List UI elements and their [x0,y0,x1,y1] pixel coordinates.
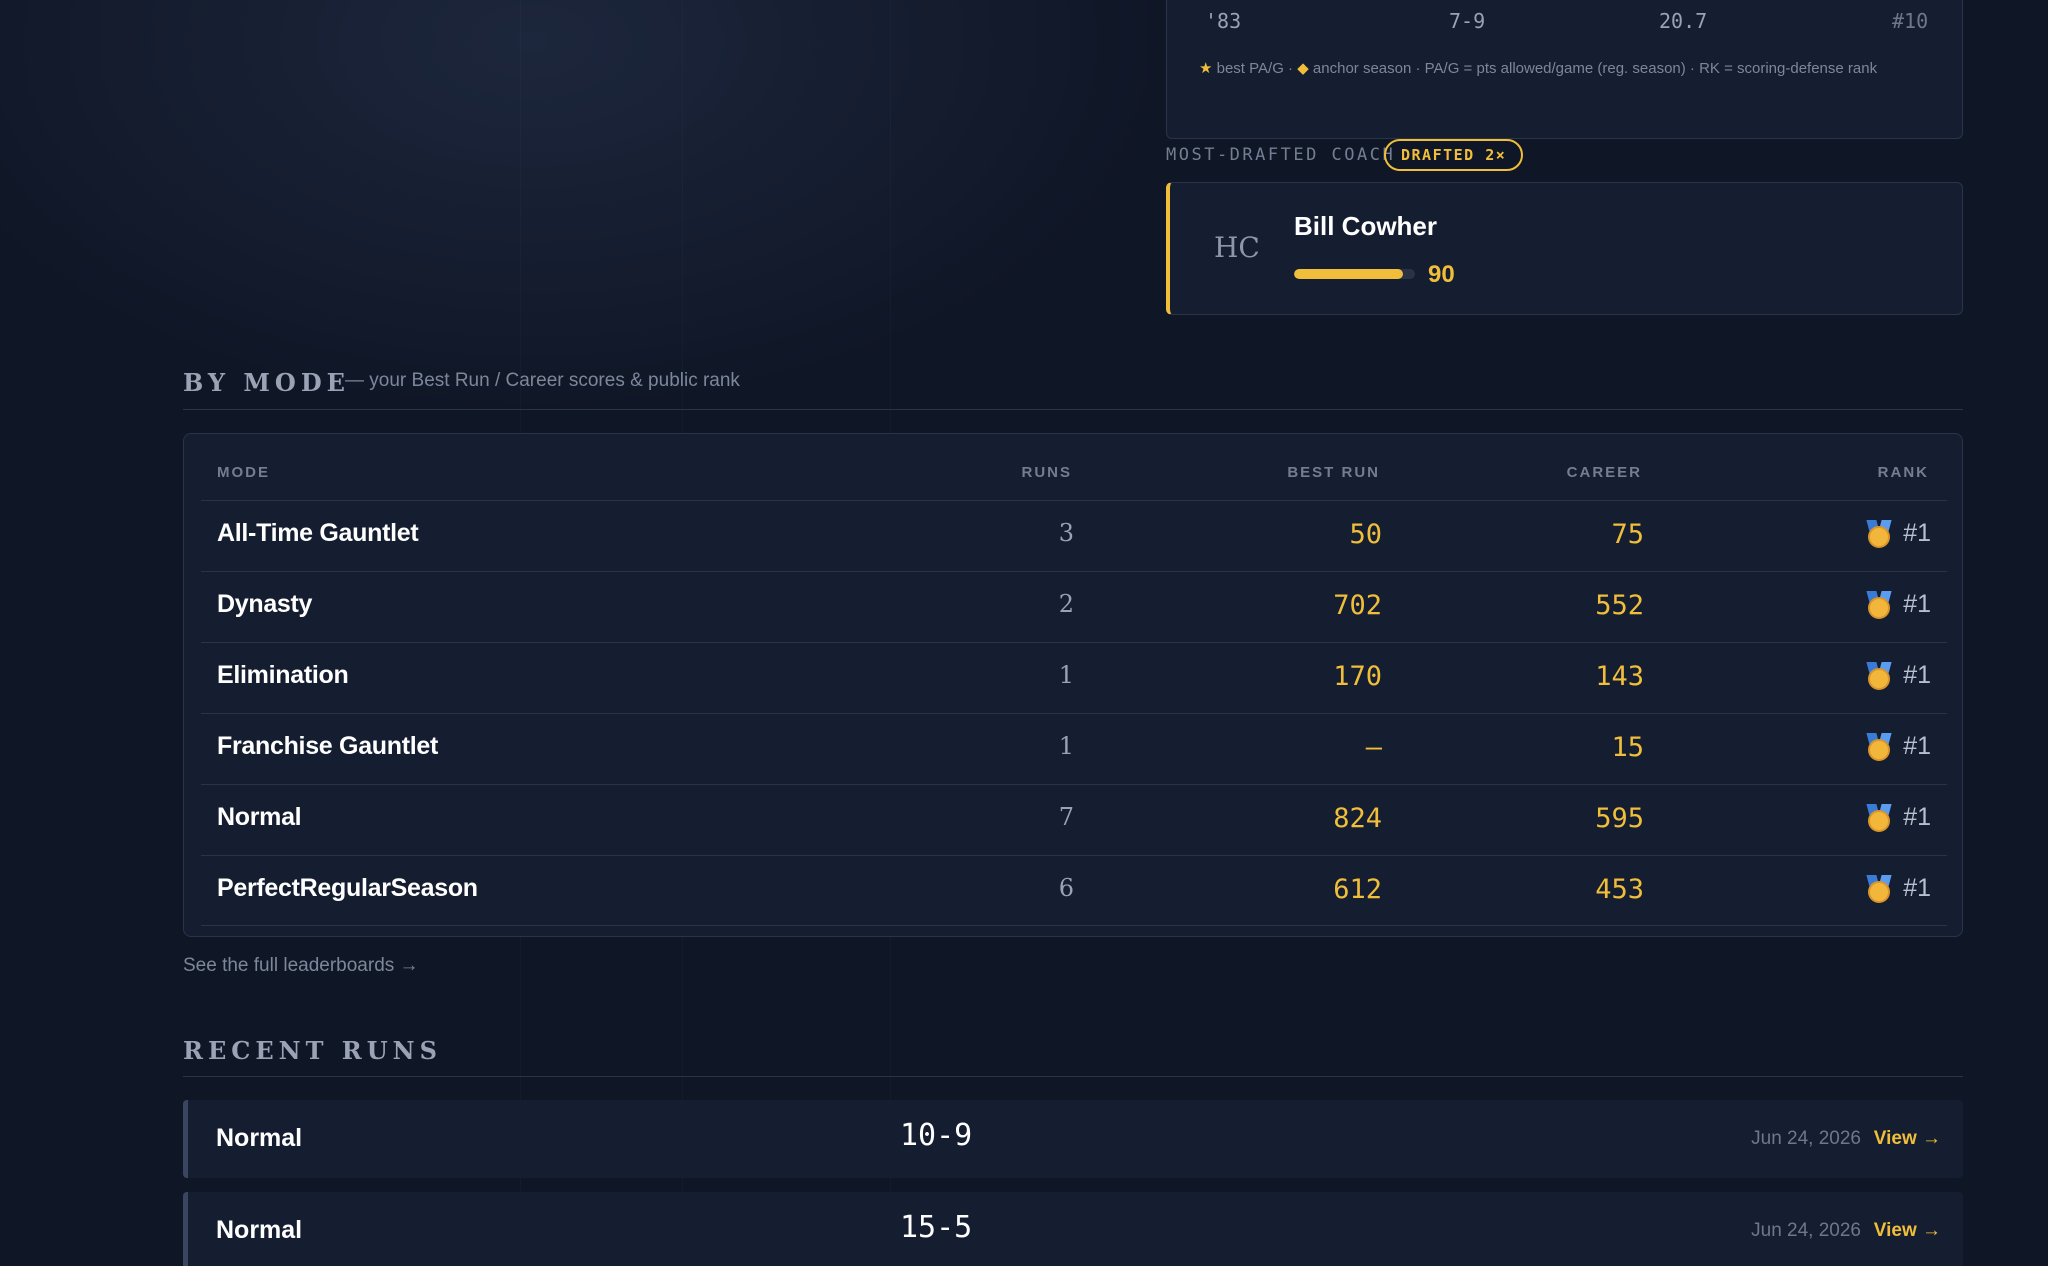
mode-name: PerfectRegularSeason [217,874,478,902]
coach-rating-bar [1294,269,1415,279]
season-card: '83 7-9 20.7 #10 ★ best PA/G · ◆ anchor … [1166,0,1963,139]
coach-position: HC [1214,231,1260,264]
by-mode-title: BY MODE [183,368,350,397]
mode-best-run: 824 [1333,803,1382,834]
medal-icon [1866,590,1892,619]
mode-name: Normal [217,803,302,831]
season-rank: #10 [1892,9,1929,33]
table-row[interactable]: Elimination 1 170 143 #1 [201,642,1947,713]
season-legend: ★ best PA/G · ◆ anchor season · PA/G = p… [1199,60,1878,77]
table-row[interactable]: PerfectRegularSeason 6 612 453 #1 [201,855,1947,926]
header-runs: RUNS [1021,464,1072,481]
recent-run-card[interactable]: Normal 15-5 Jun 24, 2026 View → [183,1192,1963,1266]
section-divider [183,409,1963,410]
mode-career: 15 [1611,732,1644,763]
star-icon: ★ [1199,60,1213,77]
recent-run-card[interactable]: Normal 10-9 Jun 24, 2026 View → [183,1100,1963,1178]
most-drafted-coach-label: MOST-DRAFTED COACH [1166,145,1396,165]
mode-runs: 1 [1058,732,1074,760]
run-record: 10-9 [900,1118,973,1153]
mode-best-run: 50 [1349,519,1382,550]
mode-rank: #1 [1866,519,1931,548]
run-date: Jun 24, 2026 [1751,1220,1861,1241]
mode-runs: 6 [1058,874,1074,902]
section-divider [183,1076,1963,1077]
season-row: '83 7-9 20.7 #10 [1167,7,1962,37]
mode-name: All-Time Gauntlet [217,519,419,547]
coach-card[interactable]: HC Bill Cowher 90 [1166,182,1963,315]
mode-career: 143 [1595,661,1644,692]
coach-score: 90 [1428,261,1455,288]
mode-career: 595 [1595,803,1644,834]
full-leaderboards-link[interactable]: See the full leaderboards → [183,955,419,977]
mode-runs: 3 [1058,519,1074,547]
table-row[interactable]: Franchise Gauntlet 1 — 15 #1 [201,713,1947,784]
season-record: 7-9 [1449,9,1486,33]
header-mode: MODE [217,464,270,481]
run-record: 15-5 [900,1210,973,1245]
mode-best-run: 612 [1333,874,1382,905]
run-mode: Normal [216,1216,303,1244]
mode-name: Franchise Gauntlet [217,732,439,760]
medal-icon [1866,661,1892,690]
mode-table: MODE RUNS BEST RUN CAREER RANK All-Time … [183,433,1963,937]
mode-runs: 7 [1058,803,1074,831]
recent-runs-title: RECENT RUNS [183,1036,442,1065]
mode-name: Dynasty [217,590,313,618]
season-year: '83 [1205,9,1242,33]
drafted-badge: DRAFTED 2× [1384,139,1524,171]
view-run-link[interactable]: View → [1874,1128,1941,1150]
mode-best-run: 702 [1333,590,1382,621]
mode-career: 552 [1595,590,1644,621]
background-glow [0,0,1180,420]
mode-rank: #1 [1866,803,1931,832]
coach-name: Bill Cowher [1294,211,1438,241]
mode-rank: #1 [1866,590,1931,619]
medal-icon [1866,732,1892,761]
mode-runs: 2 [1058,590,1074,618]
header-career: CAREER [1566,464,1642,481]
medal-icon [1866,874,1892,903]
table-row[interactable]: Normal 7 824 595 #1 [201,784,1947,855]
run-date: Jun 24, 2026 [1751,1128,1861,1149]
mode-best-run: 170 [1333,661,1382,692]
medal-icon [1866,803,1892,832]
header-best-run: BEST RUN [1287,464,1380,481]
medal-icon [1866,519,1892,548]
mode-best-run: — [1365,732,1382,763]
diamond-icon: ◆ [1297,60,1309,77]
run-mode: Normal [216,1124,303,1152]
mode-rank: #1 [1866,874,1931,903]
mode-career: 75 [1611,519,1644,550]
mode-career: 453 [1595,874,1644,905]
mode-name: Elimination [217,661,349,689]
season-pa-per-game: 20.7 [1659,9,1708,33]
coach-rating-fill [1294,269,1403,279]
mode-runs: 1 [1058,661,1074,689]
table-row[interactable]: Dynasty 2 702 552 #1 [201,571,1947,642]
mode-rank: #1 [1866,661,1931,690]
view-run-link[interactable]: View → [1874,1220,1941,1242]
table-row[interactable]: All-Time Gauntlet 3 50 75 #1 [201,500,1947,571]
by-mode-subtitle: — your Best Run / Career scores & public… [345,370,740,391]
header-rank: RANK [1877,464,1929,481]
mode-rank: #1 [1866,732,1931,761]
